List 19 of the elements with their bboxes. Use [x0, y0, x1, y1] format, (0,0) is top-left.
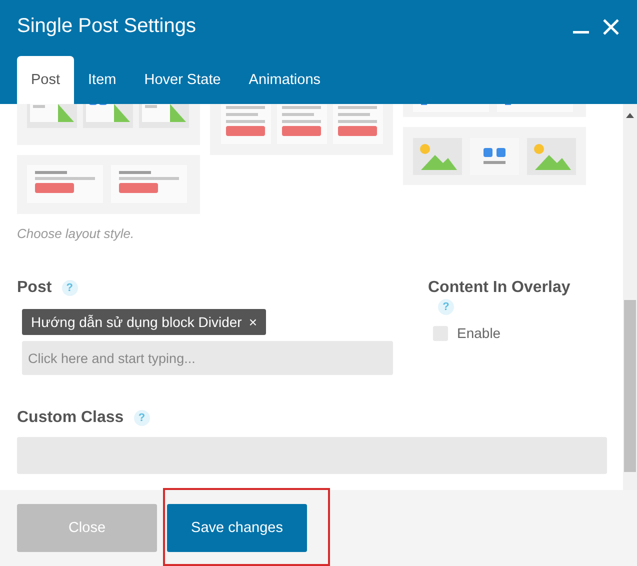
tag-label: Hướng dẫn sử dụng block Divider: [31, 314, 242, 330]
remove-tag-button[interactable]: ×: [248, 314, 257, 330]
scroll-up-icon[interactable]: [626, 113, 634, 118]
window-title: Single Post Settings: [17, 15, 196, 38]
checkbox-label: Enable: [457, 325, 501, 341]
tab[interactable]: Hover State: [130, 56, 235, 104]
field-label: Post: [17, 279, 52, 297]
layout-option[interactable]: [17, 155, 200, 214]
field-label: Content In Overlay: [428, 279, 570, 297]
post-search-field[interactable]: Click here and start typing...: [22, 341, 393, 375]
field-label: Custom Class: [17, 409, 124, 427]
save-button[interactable]: Save changes: [167, 504, 307, 552]
tab[interactable]: Post: [17, 56, 74, 104]
tab[interactable]: Animations: [234, 56, 335, 104]
tab[interactable]: Item: [74, 56, 130, 104]
hint-text: Choose layout style.: [17, 226, 136, 241]
close-icon[interactable]: [603, 18, 619, 34]
layout-option[interactable]: [403, 127, 586, 185]
scrollbar[interactable]: [623, 104, 637, 490]
